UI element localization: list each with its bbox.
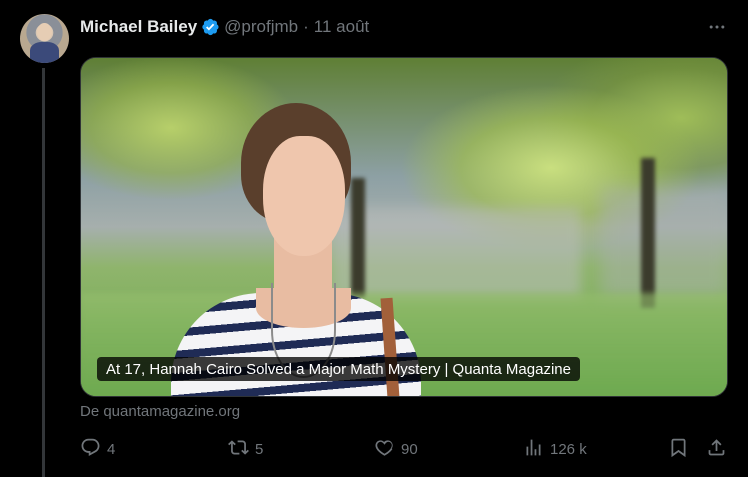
repost-icon [228, 437, 249, 462]
tweet-date[interactable]: 11 août [314, 17, 369, 37]
subject-face [263, 136, 345, 256]
separator-dot: · [303, 17, 309, 36]
thread-line [42, 68, 45, 477]
reply-button[interactable]: 4 [80, 437, 115, 461]
photo-subject [171, 98, 451, 396]
tweet-header: Michael Bailey @profjmb · 11 août [80, 15, 369, 39]
author-name[interactable]: Michael Bailey [80, 17, 197, 37]
views-button[interactable]: 126 k [523, 437, 587, 461]
repost-button[interactable]: 5 [228, 437, 263, 461]
bookmark-button[interactable] [668, 437, 689, 461]
link-card-media[interactable]: At 17, Hannah Cairo Solved a Major Math … [80, 57, 728, 397]
verified-badge-icon [200, 17, 220, 37]
link-source[interactable]: De quantamagazine.org [80, 403, 240, 420]
link-card-title[interactable]: At 17, Hannah Cairo Solved a Major Math … [97, 357, 580, 381]
avatar-head [37, 23, 52, 41]
reply-count: 4 [107, 440, 116, 458]
avatar-shirt [30, 42, 59, 63]
share-button[interactable] [706, 437, 727, 461]
author-handle[interactable]: @profjmb [224, 17, 298, 37]
reply-icon [80, 437, 101, 462]
views-count: 126 k [550, 440, 587, 458]
more-icon[interactable] [705, 17, 729, 37]
photo-building-right [601, 188, 727, 298]
like-button[interactable]: 90 [374, 437, 418, 461]
like-icon [374, 437, 395, 462]
views-icon [523, 437, 544, 462]
avatar[interactable] [20, 14, 69, 63]
repost-count: 5 [255, 440, 264, 458]
share-icon [706, 437, 727, 462]
like-count: 90 [401, 440, 418, 458]
bookmark-icon [668, 437, 689, 462]
photo-tree-trunk [641, 158, 655, 308]
